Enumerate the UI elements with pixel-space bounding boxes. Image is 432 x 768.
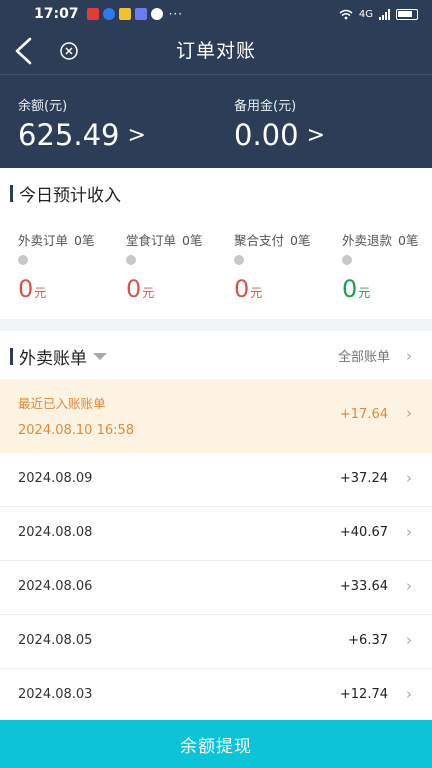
income-item-dinein[interactable]: 堂食订单 0笔 0元 bbox=[108, 230, 216, 303]
reserve-label: 备用金(元) bbox=[234, 99, 297, 114]
takeout-bills-card: 外卖账单 全部账单 › 最近已入账账单 2024.08.10 16:58 +17… bbox=[0, 331, 432, 723]
income-amount: 0 bbox=[234, 275, 250, 303]
income-amount: 0 bbox=[342, 275, 358, 303]
income-item-label: 聚合支付 bbox=[234, 233, 285, 248]
title-marker bbox=[10, 185, 13, 202]
income-item-label: 堂食订单 bbox=[126, 233, 177, 248]
chevron-right-icon: > bbox=[127, 122, 146, 148]
bills-title-text: 外卖账单 bbox=[19, 349, 87, 369]
info-icon bbox=[18, 255, 28, 265]
battery-icon bbox=[396, 8, 418, 20]
bill-amount: +40.67 bbox=[339, 525, 388, 540]
withdraw-button[interactable]: 余额提现 bbox=[0, 720, 432, 768]
chat-icon bbox=[150, 8, 163, 20]
title-marker bbox=[10, 348, 13, 365]
info-icon bbox=[126, 255, 136, 265]
all-bills-link[interactable]: 全部账单 › bbox=[337, 346, 412, 366]
reserve-value: 0.00 bbox=[234, 118, 299, 152]
close-circle-icon[interactable] bbox=[58, 40, 80, 62]
bills-title-dropdown[interactable]: 外卖账单 bbox=[10, 344, 107, 369]
income-unit: 元 bbox=[142, 286, 155, 300]
balance-label: 余额(元) bbox=[18, 99, 68, 114]
nav-bar: 订单对账 bbox=[0, 28, 432, 74]
recent-bill-label: 最近已入账账单 bbox=[18, 396, 106, 411]
signal-icon bbox=[379, 8, 390, 20]
bill-row[interactable]: 2024.08.08 +40.67 › bbox=[0, 507, 432, 561]
info-icon bbox=[342, 255, 352, 265]
bill-date: 2024.08.08 bbox=[18, 525, 93, 540]
bill-amount: +37.24 bbox=[339, 471, 388, 486]
income-title-text: 今日预计收入 bbox=[19, 186, 121, 206]
income-item-aggregate-pay[interactable]: 聚合支付 0笔 0元 bbox=[216, 230, 324, 303]
wifi-icon bbox=[339, 9, 353, 19]
bill-amount: +12.74 bbox=[339, 687, 388, 702]
bill-date: 2024.08.06 bbox=[18, 579, 93, 594]
income-items: 外卖订单 0笔 0元 堂食订单 0笔 0元 聚合支付 0笔 0元 外卖退款 0笔 0元 bbox=[0, 230, 432, 303]
income-amount: 0 bbox=[18, 275, 34, 303]
bill-date: 2024.08.03 bbox=[18, 687, 93, 702]
today-income-card: 今日预计收入 外卖订单 0笔 0元 堂食订单 0笔 0元 聚合支付 0笔 0元 外卖退… bbox=[0, 168, 432, 319]
chevron-right-icon: > bbox=[306, 122, 326, 148]
income-item-count: 0笔 bbox=[290, 233, 311, 248]
chevron-right-icon: › bbox=[406, 346, 412, 365]
income-section-title: 今日预计收入 bbox=[10, 181, 121, 206]
app-notification-icon bbox=[134, 8, 147, 20]
bill-row[interactable]: 2024.08.06 +33.64 › bbox=[0, 561, 432, 615]
bill-row[interactable]: 2024.08.05 +6.37 › bbox=[0, 615, 432, 669]
income-item-count: 0笔 bbox=[398, 233, 419, 248]
balance-value: 625.49 bbox=[18, 118, 120, 152]
bill-amount: +6.37 bbox=[348, 633, 388, 648]
more-dots-icon: ··· bbox=[168, 7, 184, 21]
balance-panel: 余额(元) 625.49 > 备用金(元) 0.00 > bbox=[0, 74, 432, 168]
caret-down-icon bbox=[93, 353, 107, 360]
notification-icons: ··· bbox=[86, 7, 184, 21]
chevron-right-icon: › bbox=[406, 577, 412, 595]
income-item-label: 外卖退款 bbox=[342, 233, 393, 248]
app-notification-icon bbox=[86, 8, 99, 20]
app-notification-icon bbox=[118, 8, 131, 20]
chevron-right-icon: › bbox=[406, 685, 412, 703]
income-amount: 0 bbox=[126, 275, 142, 303]
bill-amount: +33.64 bbox=[339, 579, 388, 594]
income-item-count: 0笔 bbox=[74, 233, 95, 248]
chevron-right-icon: › bbox=[406, 404, 412, 422]
status-bar: 17:07 ··· 4G bbox=[0, 0, 432, 28]
income-item-label: 外卖订单 bbox=[18, 233, 69, 248]
recent-bill-datetime: 2024.08.10 16:58 bbox=[18, 423, 135, 438]
chevron-right-icon: › bbox=[406, 631, 412, 649]
income-unit: 元 bbox=[250, 286, 263, 300]
bill-row[interactable]: 2024.08.03 +12.74 › bbox=[0, 669, 432, 723]
chevron-right-icon: › bbox=[406, 523, 412, 541]
status-time: 17:07 bbox=[34, 6, 79, 22]
income-item-refund[interactable]: 外卖退款 0笔 0元 bbox=[324, 230, 432, 303]
reserve-block[interactable]: 备用金(元) 0.00 > bbox=[234, 95, 325, 152]
info-icon bbox=[234, 255, 244, 265]
income-unit: 元 bbox=[358, 286, 371, 300]
balance-block[interactable]: 余额(元) 625.49 > bbox=[18, 95, 146, 152]
recent-bill-row[interactable]: 最近已入账账单 2024.08.10 16:58 +17.64 › bbox=[0, 379, 432, 453]
recent-bill-amount: +17.64 bbox=[339, 407, 388, 422]
bill-date: 2024.08.09 bbox=[18, 471, 93, 486]
bills-header: 外卖账单 全部账单 › bbox=[0, 331, 432, 379]
income-unit: 元 bbox=[34, 286, 47, 300]
network-type: 4G bbox=[358, 8, 373, 20]
bill-row[interactable]: 2024.08.09 +37.24 › bbox=[0, 453, 432, 507]
income-item-takeout[interactable]: 外卖订单 0笔 0元 bbox=[0, 230, 108, 303]
location-icon bbox=[102, 8, 115, 20]
income-item-count: 0笔 bbox=[182, 233, 203, 248]
chevron-right-icon: › bbox=[406, 469, 412, 487]
back-icon[interactable] bbox=[8, 34, 38, 68]
all-bills-label: 全部账单 bbox=[337, 350, 390, 365]
bill-date: 2024.08.05 bbox=[18, 633, 93, 648]
